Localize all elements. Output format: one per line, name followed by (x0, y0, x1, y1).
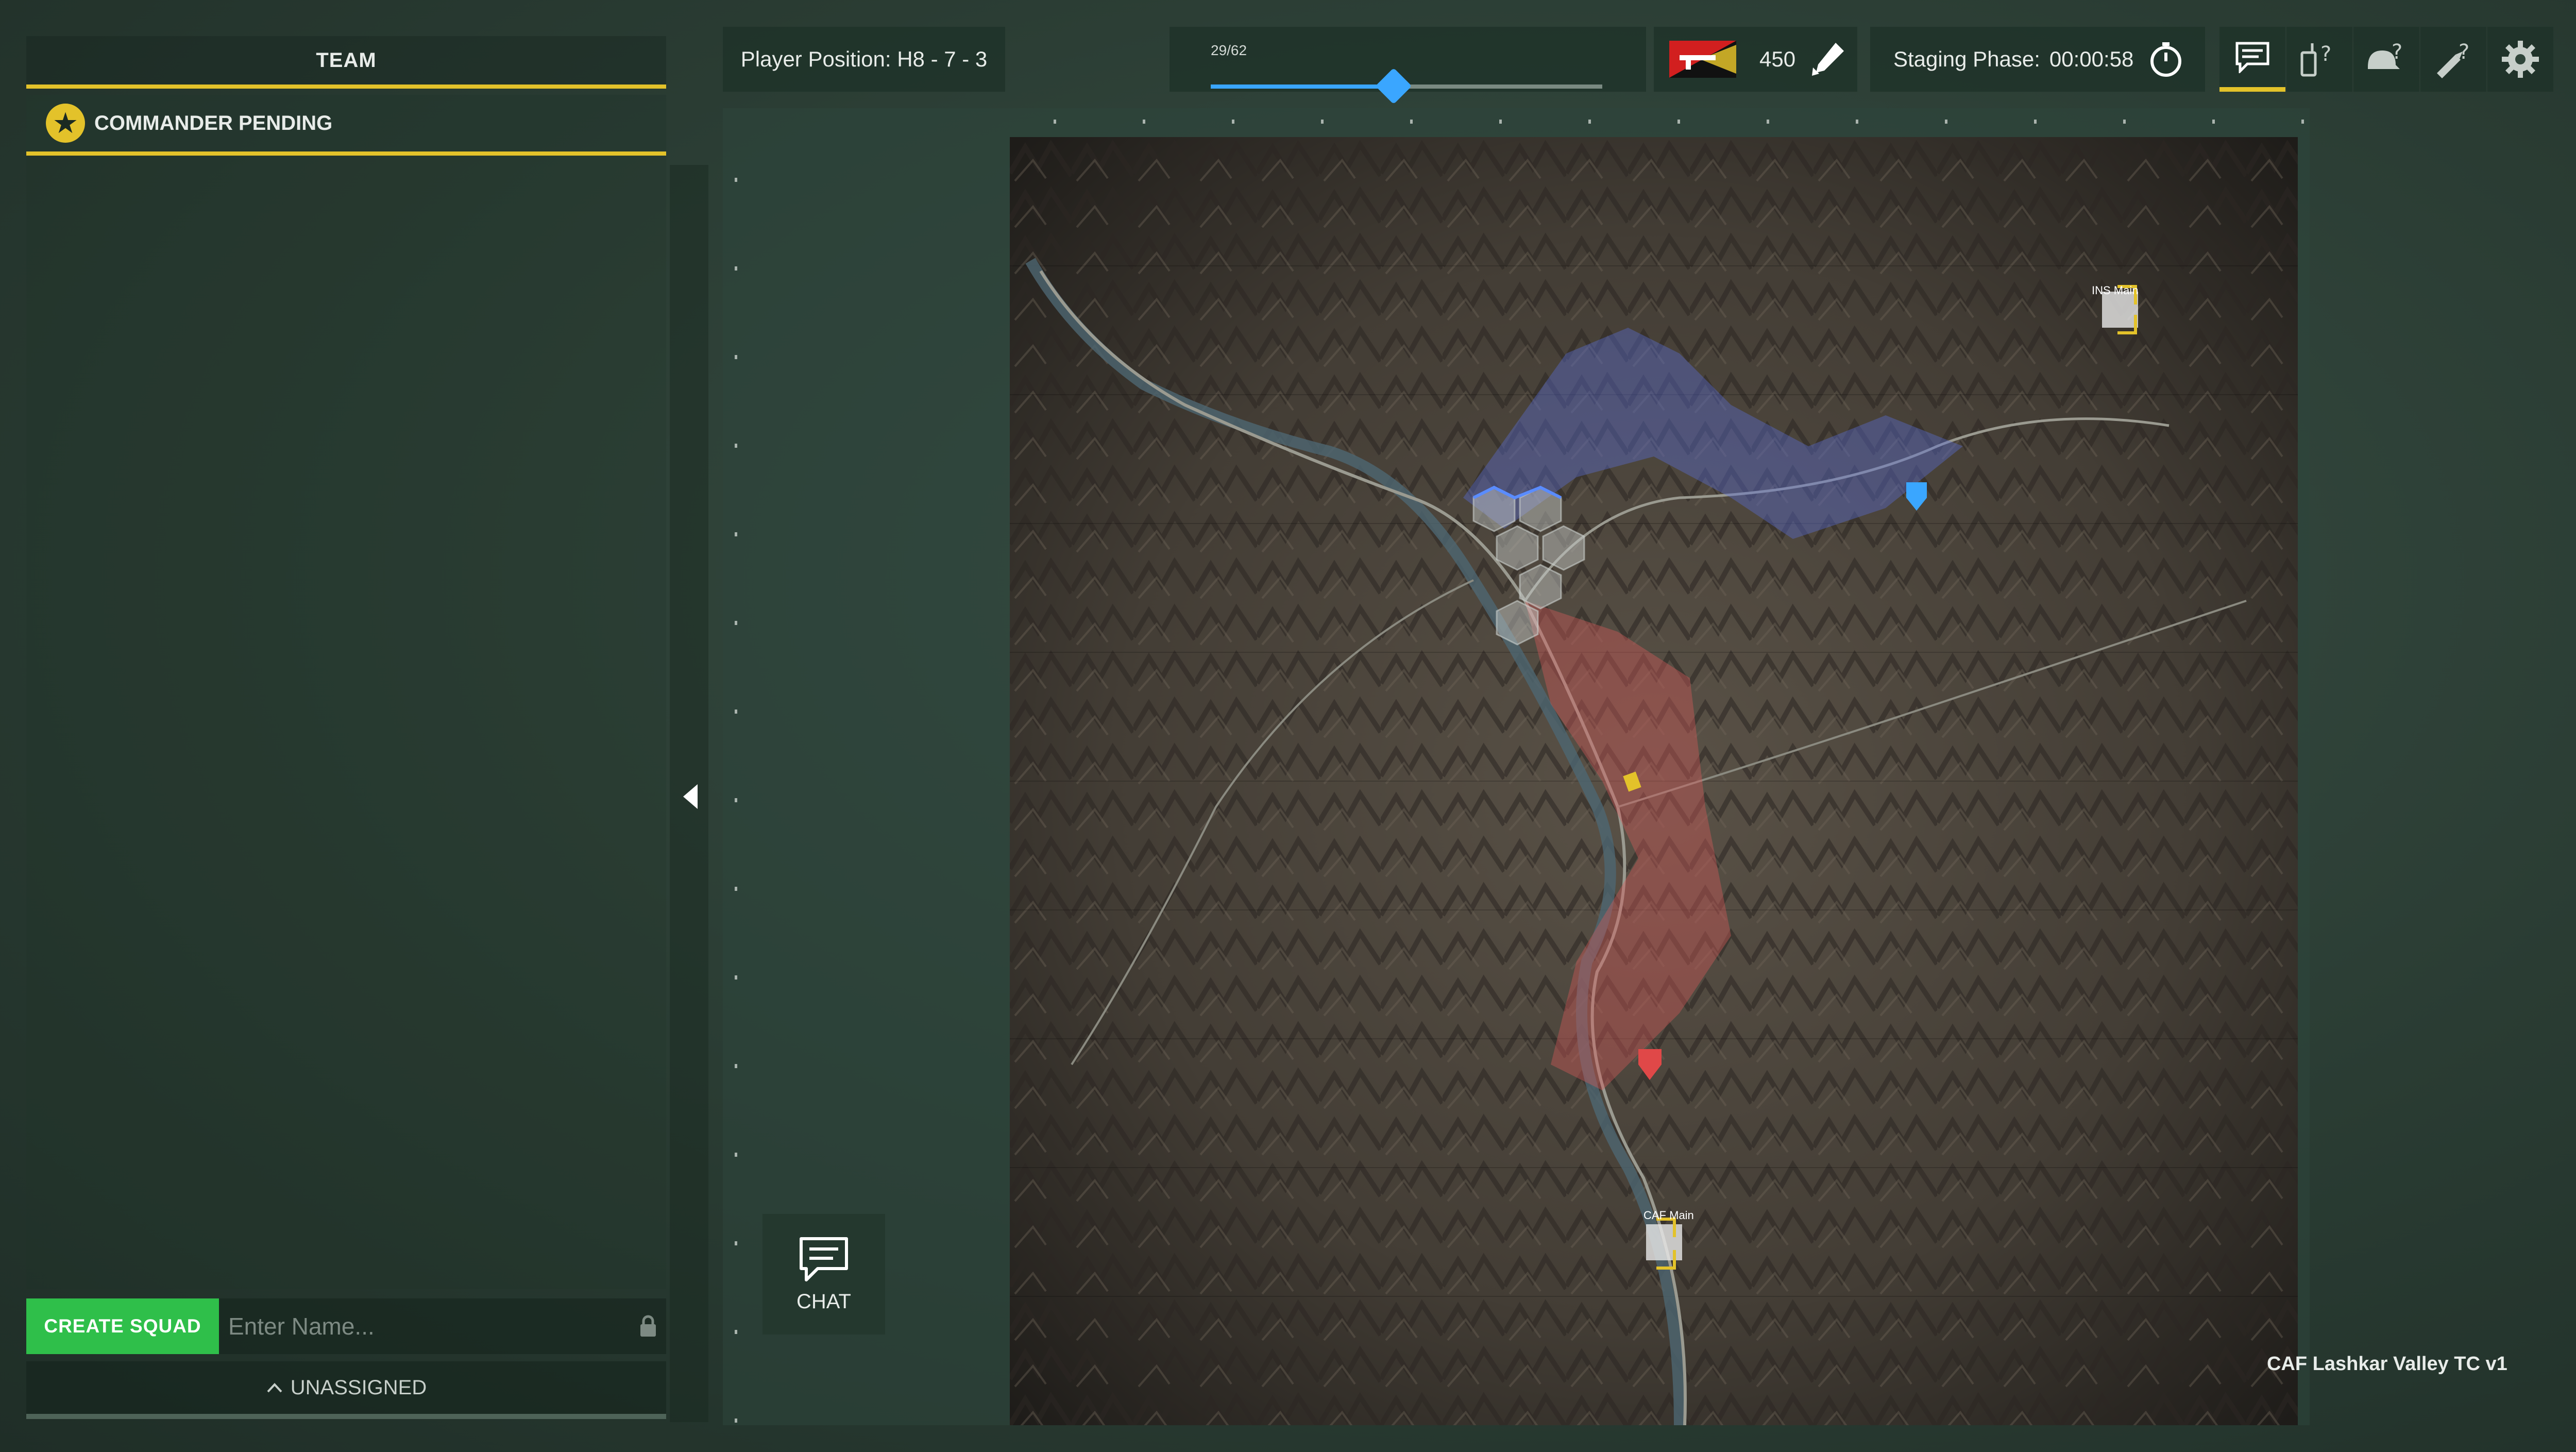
chat-button[interactable]: CHAT (762, 1214, 885, 1335)
commander-label: COMMANDER PENDING (94, 111, 333, 134)
map-tick (1321, 120, 1324, 124)
map-tick (1410, 120, 1413, 124)
tactical-map[interactable]: INS Main CAF Main (1010, 137, 2298, 1425)
points-value: 450 (1759, 47, 1796, 71)
faction-points: 450 (1654, 27, 1857, 92)
ticket-slider[interactable]: 29/62 (1170, 27, 1646, 105)
map-tick (1232, 120, 1234, 124)
commander-row[interactable]: ★ COMMANDER PENDING (26, 95, 666, 156)
map-name: CAF Lashkar Valley TC v1 (2267, 1353, 2507, 1375)
map-tick (2123, 120, 2126, 124)
map-tick (735, 1330, 737, 1334)
star-icon: ★ (46, 104, 85, 143)
map-tick (2212, 120, 2215, 124)
squad-name-input[interactable] (219, 1298, 630, 1354)
slider-label: 29/62 (1211, 42, 1247, 58)
ins-main-label: INS Main (2092, 284, 2138, 297)
create-squad-row: CREATE SQUAD (26, 1298, 666, 1354)
rocket-help-button[interactable]: ? (2420, 27, 2486, 92)
staging-time: 00:00:58 (2049, 47, 2134, 71)
map-tick (1499, 120, 1502, 124)
collapse-left-icon[interactable] (681, 783, 700, 810)
ammo-icon (1812, 43, 1844, 76)
squad-list (26, 156, 666, 1289)
player-position: Player Position: H8 - 7 - 3 (723, 27, 1005, 92)
map-tick (735, 355, 737, 359)
rocket-help-icon: ? (2437, 40, 2469, 78)
chat-icon (800, 1237, 848, 1281)
chat-toggle-button[interactable] (2219, 27, 2285, 92)
staging-phase: Staging Phase: 00:00:58 (1870, 27, 2205, 92)
map-tick (735, 1064, 737, 1068)
svg-text:?: ? (2459, 40, 2469, 64)
helmet-help-icon: ? (2368, 40, 2402, 69)
map-tick (1588, 120, 1591, 124)
unassigned-label: UNASSIGNED (290, 1376, 427, 1399)
map-tick (1856, 120, 1858, 124)
rifle-flag-icon (1669, 41, 1736, 78)
map-tick (1945, 120, 1947, 124)
gear-icon (2502, 41, 2539, 78)
map-tick (735, 621, 737, 625)
map-tick (735, 1153, 737, 1157)
map-tick (735, 444, 737, 448)
slider-track[interactable] (1211, 67, 1602, 105)
chat-icon (2235, 42, 2269, 73)
unassigned-toggle[interactable]: UNASSIGNED (26, 1361, 666, 1419)
map-tick (735, 532, 737, 536)
svg-text:?: ? (2392, 40, 2402, 64)
map-tick (735, 710, 737, 714)
map-tick (735, 798, 737, 802)
chevron-up-icon (267, 1383, 282, 1393)
map-tick (2034, 120, 2037, 124)
helmet-help-button[interactable]: ? (2353, 27, 2419, 92)
team-panel: TEAM ★ COMMANDER PENDING CREATE SQUAD UN… (26, 36, 666, 1427)
staging-label: Staging Phase: (1893, 47, 2040, 71)
map-tick (735, 975, 737, 980)
radio-help-icon: ? (2300, 42, 2331, 77)
map-tick (735, 1241, 737, 1245)
map-tick (735, 887, 737, 891)
map-tick (1054, 120, 1056, 124)
create-squad-button[interactable]: CREATE SQUAD (26, 1298, 219, 1354)
map-tick (735, 266, 737, 271)
map-tick (2301, 120, 2304, 124)
chat-label: CHAT (796, 1290, 851, 1313)
team-title: TEAM (26, 36, 666, 89)
timer-icon (2150, 42, 2182, 77)
radio-help-button[interactable]: ? (2286, 27, 2352, 92)
slider-thumb[interactable] (1376, 67, 1412, 105)
slider-fill (1211, 85, 1394, 89)
map-tick (1767, 120, 1769, 124)
settings-button[interactable] (2487, 27, 2553, 92)
lock-icon[interactable] (630, 1315, 666, 1338)
map-tick (1677, 120, 1680, 124)
map-tick (735, 178, 737, 182)
svg-text:?: ? (2320, 42, 2331, 66)
caf-main-label: CAF Main (1643, 1209, 1694, 1222)
map-tick (735, 1419, 737, 1423)
map-tick (1143, 120, 1145, 124)
